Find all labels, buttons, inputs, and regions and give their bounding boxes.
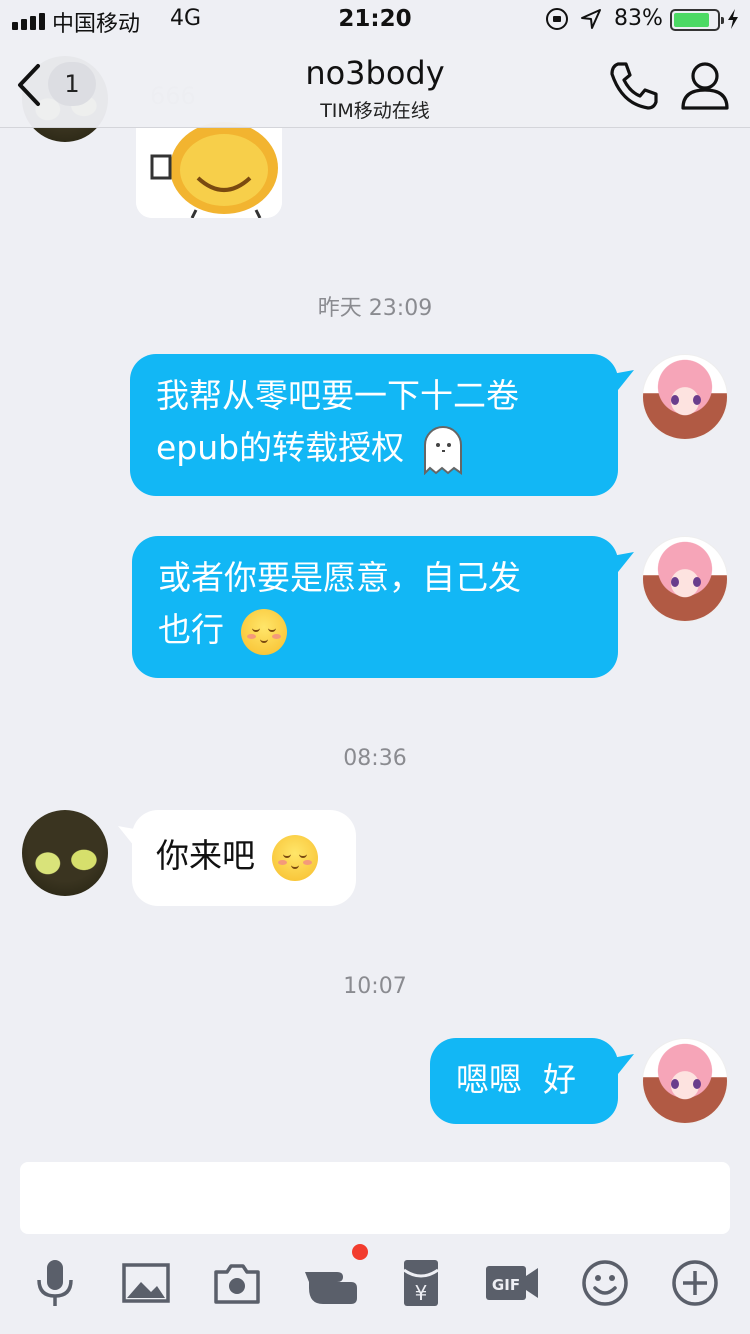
bubble-tail xyxy=(612,370,634,390)
input-toolbar: ¥ GIF xyxy=(0,1250,750,1320)
my-avatar[interactable] xyxy=(642,354,728,440)
notification-dot xyxy=(352,1244,368,1260)
message-bubble-received[interactable]: 你来吧 xyxy=(132,810,356,906)
gif-icon[interactable]: GIF xyxy=(484,1258,540,1308)
message-text: 或者你要是愿意，自己发 xyxy=(158,558,521,597)
contact-avatar[interactable] xyxy=(22,810,108,896)
timestamp: 昨天 23:09 xyxy=(317,296,433,321)
my-avatar[interactable] xyxy=(642,1038,728,1124)
phone-icon[interactable] xyxy=(608,60,660,112)
bubble-tail xyxy=(612,552,634,572)
timestamp: 08:36 xyxy=(343,746,407,771)
message-text: 我帮从零吧要一下十二卷 xyxy=(156,376,519,415)
message-text: 嗯嗯 好 xyxy=(456,1060,576,1099)
my-avatar[interactable] xyxy=(642,536,728,622)
bubble-tail xyxy=(612,1054,634,1074)
ghost-emoji-icon xyxy=(423,425,462,475)
microphone-icon[interactable] xyxy=(30,1258,80,1308)
plus-icon[interactable] xyxy=(670,1258,720,1308)
message-text: 你来吧 xyxy=(156,836,255,875)
profile-icon[interactable] xyxy=(680,60,730,112)
chat-header: 1 no3body TIM移动在线 xyxy=(0,40,750,128)
message-text: epub的转载授权 xyxy=(156,428,405,467)
timestamp: 10:07 xyxy=(343,974,407,999)
shy-smile-emoji-icon xyxy=(240,608,287,655)
poke-icon[interactable] xyxy=(303,1258,359,1308)
message-text: 也行 xyxy=(158,610,224,649)
shy-smile-emoji-icon xyxy=(271,834,318,881)
message-bubble-sent[interactable]: 我帮从零吧要一下十二卷 epub的转载授权 xyxy=(130,354,618,496)
image-icon[interactable] xyxy=(121,1258,171,1308)
svg-text:¥: ¥ xyxy=(415,1281,428,1305)
red-packet-icon[interactable]: ¥ xyxy=(396,1258,446,1308)
message-input[interactable] xyxy=(20,1162,730,1234)
svg-text:GIF: GIF xyxy=(492,1276,520,1294)
emoji-icon[interactable] xyxy=(580,1258,630,1308)
message-bubble-sent[interactable]: 嗯嗯 好 xyxy=(430,1038,618,1124)
camera-icon[interactable] xyxy=(212,1258,262,1308)
message-list[interactable]: 666 昨天 23:09 我帮从零吧要一下十二卷 epub的转载授权 或者你要是… xyxy=(0,0,750,1150)
message-bubble-sent[interactable]: 或者你要是愿意，自己发 也行 xyxy=(132,536,618,678)
